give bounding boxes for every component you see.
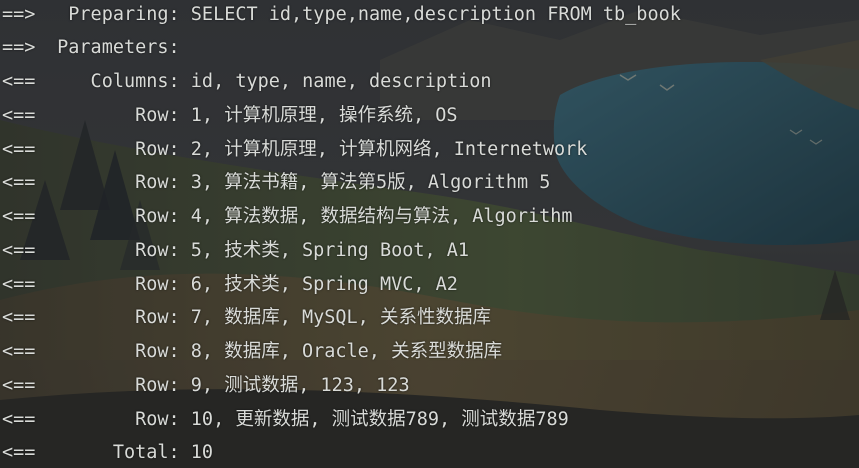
line-label: Row: [46,172,180,193]
console-line: <== Row: 6, 技术类, Spring MVC, A2 [2,270,458,304]
console-line: <== Row: 4, 算法数据, 数据结构与算法, Algorithm [2,202,573,236]
line-label: Row: [46,274,180,295]
console-line: <== Row: 10, 更新数据, 测试数据789, 测试数据789 [2,405,569,439]
console-line: <== Row: 1, 计算机原理, 操作系统, OS [2,101,458,135]
line-prefix: <== [2,240,36,261]
line-prefix: <== [2,206,36,227]
line-prefix: <== [2,442,36,463]
line-prefix: ==> [2,37,36,58]
line-prefix: <== [2,274,36,295]
line-prefix: <== [2,341,36,362]
line-prefix: <== [2,139,36,160]
console-line: <== Row: 3, 算法书籍, 算法第5版, Algorithm 5 [2,168,550,202]
console-line: ==> Preparing: SELECT id,type,name,descr… [2,0,681,34]
line-label: Row: [46,240,180,261]
console-line: <== Row: 2, 计算机原理, 计算机网络, Internetwork [2,135,587,169]
line-prefix: ==> [2,4,36,25]
line-prefix: <== [2,105,36,126]
console-output: ==> Preparing: SELECT id,type,name,descr… [0,0,859,468]
line-label: Parameters: [46,37,180,58]
line-label: Preparing: [46,4,180,25]
line-value: 9, 测试数据, 123, 123 [179,375,410,396]
line-value: 10, 更新数据, 测试数据789, 测试数据789 [179,409,569,430]
line-prefix: <== [2,375,36,396]
line-label: Row: [46,307,180,328]
line-value: 6, 技术类, Spring MVC, A2 [179,274,458,295]
console-line: <== Row: 7, 数据库, MySQL, 关系性数据库 [2,303,491,337]
console-line: <== Row: 5, 技术类, Spring Boot, A1 [2,236,469,270]
console-line: <== Total: 10 [2,438,213,468]
line-value: 5, 技术类, Spring Boot, A1 [179,240,470,261]
line-label: Row: [46,139,180,160]
line-value: 2, 计算机原理, 计算机网络, Internetwork [179,139,588,160]
console-line: <== Columns: id, type, name, description [2,67,492,101]
line-value: 7, 数据库, MySQL, 关系性数据库 [179,307,491,328]
line-value: 1, 计算机原理, 操作系统, OS [179,105,458,126]
line-value: 10 [179,442,214,463]
line-label: Columns: [46,71,180,92]
line-label: Total: [46,442,180,463]
line-value: id, type, name, description [179,71,492,92]
line-value: 3, 算法书籍, 算法第5版, Algorithm 5 [179,172,551,193]
console-line: <== Row: 9, 测试数据, 123, 123 [2,371,410,405]
line-label: Row: [46,105,180,126]
line-prefix: <== [2,71,36,92]
line-prefix: <== [2,307,36,328]
line-label: Row: [46,409,180,430]
console-line: ==> Parameters: [2,33,180,67]
line-prefix: <== [2,409,36,430]
line-prefix: <== [2,172,36,193]
line-value: SELECT id,type,name,description FROM tb_… [179,4,681,25]
line-value: 8, 数据库, Oracle, 关系型数据库 [179,341,503,362]
line-label: Row: [46,375,180,396]
console-line: <== Row: 8, 数据库, Oracle, 关系型数据库 [2,337,502,371]
line-label: Row: [46,206,180,227]
line-label: Row: [46,341,180,362]
line-value: 4, 算法数据, 数据结构与算法, Algorithm [179,206,573,227]
